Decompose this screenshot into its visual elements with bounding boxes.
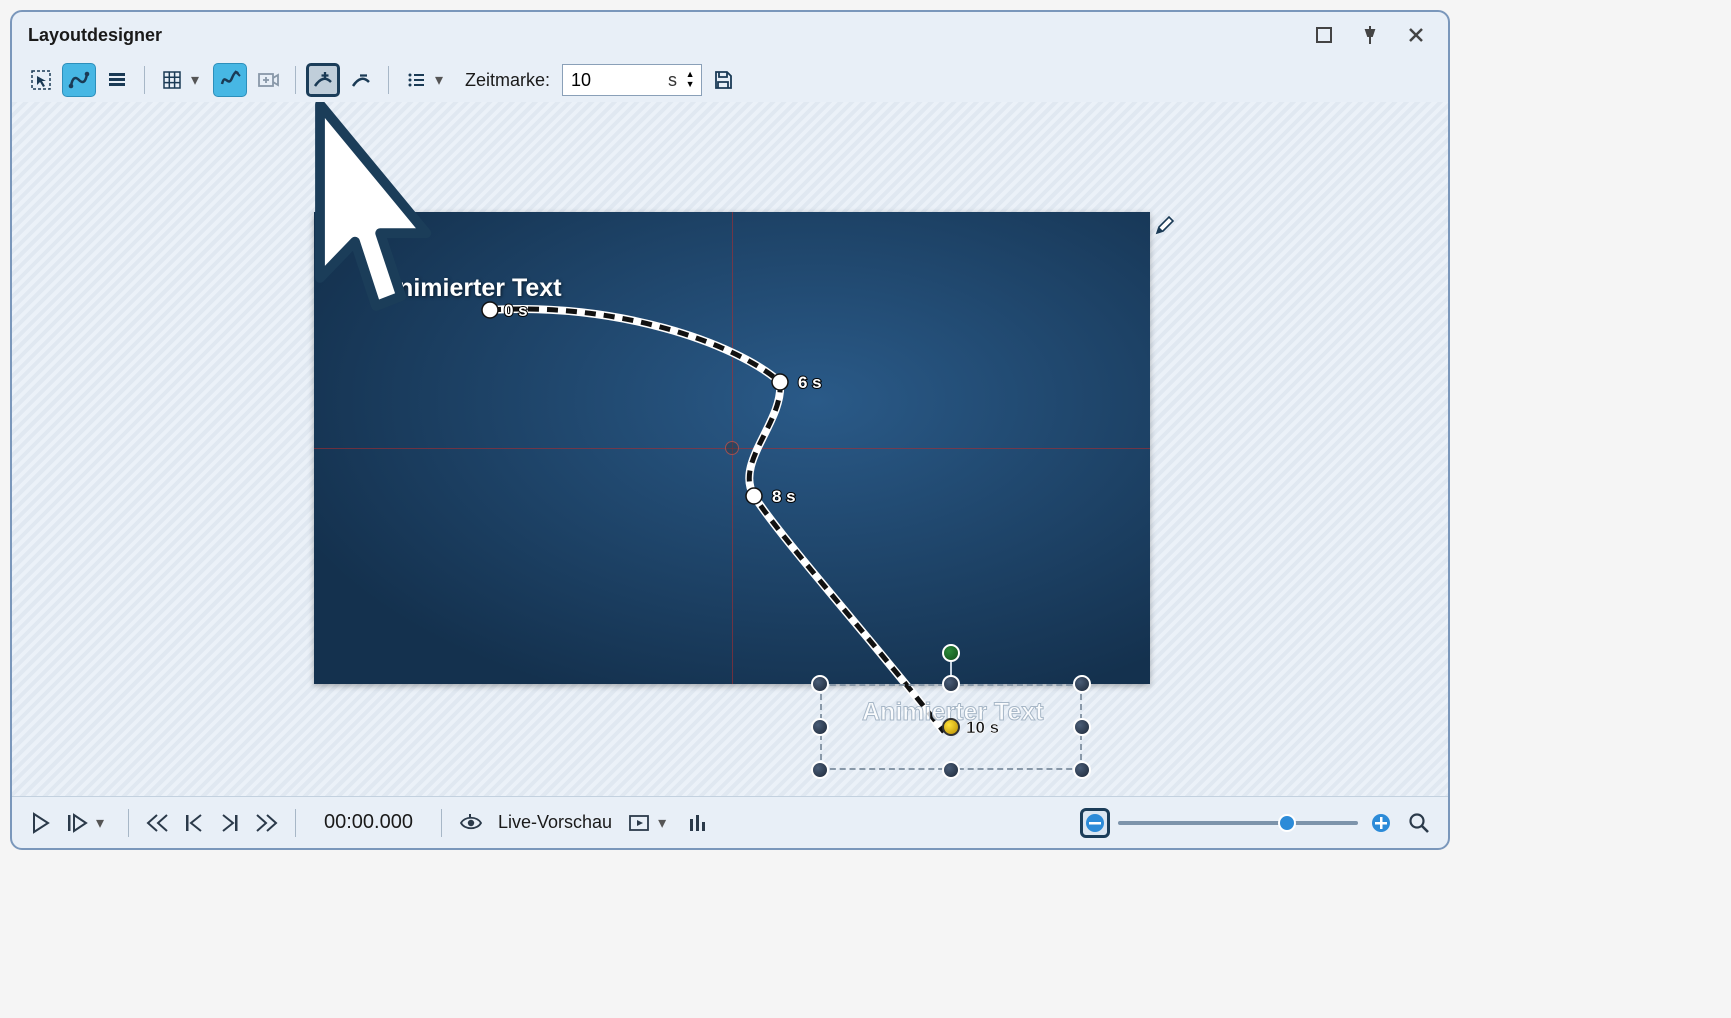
window-title: Layoutdesigner (28, 25, 1294, 46)
eye-icon (459, 813, 483, 833)
remove-node-icon (349, 68, 373, 92)
keyframe-camera-button[interactable] (251, 63, 285, 97)
forward-button[interactable] (251, 808, 281, 838)
resize-handle[interactable] (1073, 718, 1091, 736)
timecode: 00:00.000 (324, 811, 413, 834)
prev-frame-button[interactable] (179, 808, 209, 838)
sliders-icon (687, 812, 707, 834)
path-node-label-6: 6 s (798, 373, 822, 392)
add-node-icon (311, 68, 335, 92)
rewind-button[interactable] (143, 808, 173, 838)
toolbar-separator (295, 66, 296, 94)
play-button[interactable] (26, 808, 56, 838)
freehand-icon (218, 68, 242, 92)
curve-icon (67, 68, 91, 92)
time-input[interactable]: 10 s ▲ ▼ (562, 64, 702, 96)
zoom-fit-button[interactable] (1404, 808, 1434, 838)
time-spin-down[interactable]: ▼ (683, 80, 697, 90)
stage[interactable]: Animierter Text 0 s 6 s 8 s (314, 212, 1150, 684)
preview-dropdown[interactable]: ▾ (658, 813, 672, 833)
list-button[interactable] (399, 63, 433, 97)
resize-handle[interactable] (1073, 761, 1091, 779)
footer: ▾ 00:00.000 Live-Vorschau ▾ (12, 796, 1448, 848)
resize-handle[interactable] (811, 761, 829, 779)
play-dropdown[interactable]: ▾ (96, 813, 110, 833)
toolbar: ▾ ▾ Zeitmarke: 10 s ▲ ▼ (12, 58, 1448, 102)
toolbar-separator (388, 66, 389, 94)
resize-handle[interactable] (942, 761, 960, 779)
keyframe-marker[interactable] (942, 718, 960, 736)
save-button[interactable] (706, 63, 740, 97)
play-from-button[interactable] (62, 808, 92, 838)
grid-button[interactable] (155, 63, 189, 97)
resize-handle[interactable] (811, 675, 829, 693)
next-frame-button[interactable] (215, 808, 245, 838)
maximize-button[interactable] (1308, 19, 1340, 51)
list-icon (405, 69, 427, 91)
live-preview-label: Live-Vorschau (498, 812, 612, 833)
time-label: Zeitmarke: (465, 70, 550, 91)
resize-handle[interactable] (942, 675, 960, 693)
marquee-select-icon (29, 68, 53, 92)
preview-window-button[interactable] (624, 808, 654, 838)
camera-keyframe-icon (256, 68, 280, 92)
footer-separator (295, 809, 296, 837)
path-tool-button[interactable] (62, 63, 96, 97)
footer-separator (128, 809, 129, 837)
resize-handle[interactable] (1073, 675, 1091, 693)
layout-designer-window: Layoutdesigner ▾ (10, 10, 1450, 850)
canvas-area[interactable]: Animierter Text 0 s 6 s 8 s Animierter T… (12, 102, 1448, 796)
add-path-point-button[interactable] (306, 63, 340, 97)
selection-box[interactable]: Animierter Text 10 s (820, 684, 1082, 770)
time-unit: s (668, 70, 677, 91)
animated-text-start[interactable]: Animierter Text (380, 274, 562, 303)
grid-icon (161, 69, 183, 91)
center-marker (725, 441, 739, 455)
close-button[interactable] (1400, 19, 1432, 51)
live-preview-eye-button[interactable] (456, 808, 486, 838)
path-node-label-8: 8 s (772, 487, 796, 506)
footer-separator (441, 809, 442, 837)
pencil-icon[interactable] (1154, 214, 1176, 236)
zoom-in-icon (1370, 812, 1392, 834)
time-value[interactable]: 10 (571, 70, 668, 91)
preview-window-icon (628, 813, 650, 833)
grid-dropdown[interactable]: ▾ (191, 70, 205, 90)
layers-icon (106, 69, 128, 91)
toolbar-separator (144, 66, 145, 94)
remove-path-point-button[interactable] (344, 63, 378, 97)
equalizer-button[interactable] (682, 808, 712, 838)
zoom-slider[interactable] (1118, 821, 1358, 825)
magnifier-icon (1408, 812, 1430, 834)
resize-handle[interactable] (811, 718, 829, 736)
path-node-label-10: 10 s (966, 718, 999, 738)
zoom-group (1080, 808, 1434, 838)
list-dropdown[interactable]: ▾ (435, 70, 449, 90)
freehand-tool-button[interactable] (213, 63, 247, 97)
path-node-label-0: 0 s (504, 301, 528, 320)
save-icon (712, 69, 734, 91)
titlebar: Layoutdesigner (12, 12, 1448, 58)
layers-tool-button[interactable] (100, 63, 134, 97)
selection-tool-button[interactable] (24, 63, 58, 97)
zoom-in-button[interactable] (1366, 808, 1396, 838)
rotation-handle[interactable] (942, 644, 960, 662)
zoom-thumb[interactable] (1278, 814, 1296, 832)
zoom-out-icon (1084, 812, 1106, 834)
pin-button[interactable] (1354, 19, 1386, 51)
zoom-out-button[interactable] (1080, 808, 1110, 838)
